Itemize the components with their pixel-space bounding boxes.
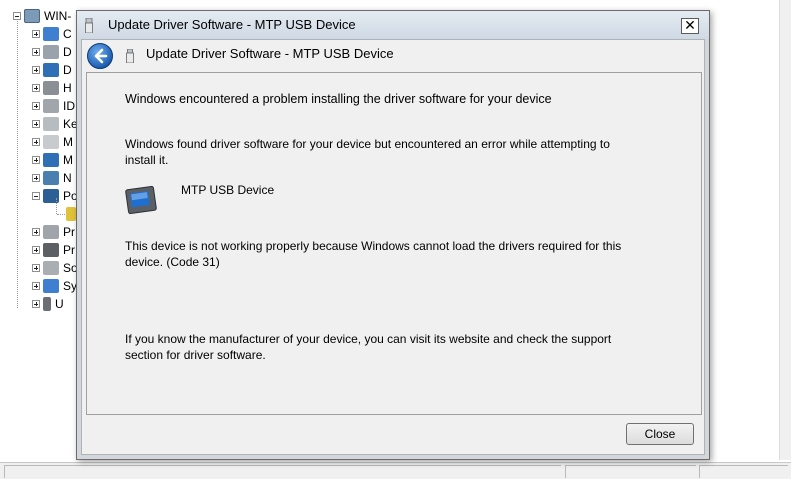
usb-device-icon (85, 18, 93, 33)
tree-item-label: M (63, 135, 73, 149)
dialog-titlebar[interactable]: Update Driver Software - MTP USB Device … (77, 11, 709, 39)
computer-icon (43, 27, 59, 41)
close-button[interactable]: Close (626, 423, 694, 445)
expand-icon[interactable] (32, 48, 40, 56)
tree-item[interactable]: So (32, 259, 78, 277)
disk-drive-icon (43, 45, 59, 59)
dialog-title: Update Driver Software - MTP USB Device (108, 17, 356, 32)
device-status-message: This device is not working properly beca… (125, 239, 622, 269)
tree-item-label: C (63, 27, 72, 41)
tree-item-label: H (63, 81, 72, 95)
status-bar (0, 462, 791, 479)
wizard-content: Windows encountered a problem installing… (86, 72, 702, 415)
tree-item[interactable]: D (32, 61, 72, 79)
vertical-scrollbar[interactable] (779, 0, 791, 460)
tree-item[interactable]: Pr (32, 241, 75, 259)
tree-item[interactable]: M (32, 151, 73, 169)
expand-icon[interactable] (32, 138, 40, 146)
error-heading: Windows encountered a problem installing… (125, 92, 552, 106)
network-adapter-icon (43, 171, 59, 185)
status-segment (565, 465, 696, 478)
expand-icon[interactable] (32, 282, 40, 290)
expand-icon[interactable] (32, 300, 40, 308)
hid-icon (43, 81, 59, 95)
tree-item-label: D (63, 45, 72, 59)
expand-icon[interactable] (32, 264, 40, 272)
back-button[interactable] (87, 43, 113, 69)
tree-item[interactable]: Pr (32, 223, 75, 241)
tree-item-label: Pr (63, 225, 75, 239)
tree-item-label: D (63, 63, 72, 77)
mouse-icon (43, 135, 59, 149)
ide-controller-icon (43, 99, 59, 113)
wizard-title: Update Driver Software - MTP USB Device (146, 46, 394, 61)
usb-device-icon (126, 49, 134, 63)
collapse-icon[interactable] (32, 192, 40, 200)
portable-device-icon (125, 185, 157, 215)
device-name: MTP USB Device (181, 183, 275, 197)
tree-item[interactable]: M (32, 133, 73, 151)
expand-icon[interactable] (32, 228, 40, 236)
processor-chip-icon (43, 243, 59, 257)
tree-root-label: WIN- (44, 9, 72, 23)
tree-item-label: Pr (63, 243, 75, 257)
tree-item[interactable]: N (32, 169, 72, 187)
tree-item[interactable]: H (32, 79, 72, 97)
collapse-icon[interactable] (13, 12, 21, 20)
tree-item-label: M (63, 153, 73, 167)
expand-icon[interactable] (32, 246, 40, 254)
error-message: Windows found driver software for your d… (125, 137, 610, 167)
tree-item[interactable]: C (32, 25, 72, 43)
sound-icon (43, 261, 59, 275)
expand-icon[interactable] (32, 120, 40, 128)
expand-icon[interactable] (32, 30, 40, 38)
support-message: If you know the manufacturer of your dev… (125, 332, 612, 362)
tree-item[interactable]: D (32, 43, 72, 61)
warning-device-icon (66, 207, 76, 221)
tree-item[interactable]: Ke (32, 115, 78, 133)
status-segment (699, 465, 788, 478)
back-arrow-icon (94, 48, 108, 64)
expand-icon[interactable] (32, 84, 40, 92)
close-icon[interactable]: ✕ (681, 18, 699, 34)
dialog-client: Update Driver Software - MTP USB Device … (81, 39, 705, 455)
expand-icon[interactable] (32, 174, 40, 182)
usb-icon (43, 297, 51, 311)
tree-item[interactable]: ID (32, 97, 75, 115)
tree-item-label: Sy (63, 279, 78, 293)
tree-item-label: ID (63, 99, 75, 113)
tree-item-label: N (63, 171, 72, 185)
expand-icon[interactable] (32, 102, 40, 110)
monitor-icon (43, 153, 59, 167)
computer-icon (24, 9, 40, 23)
keyboard-icon (43, 117, 59, 131)
tree-item[interactable]: Po (32, 187, 78, 205)
update-driver-dialog: Update Driver Software - MTP USB Device … (76, 10, 710, 460)
tree-item-label: U (55, 297, 64, 311)
tree-item[interactable]: Sy (32, 277, 77, 295)
expand-icon[interactable] (32, 156, 40, 164)
expand-icon[interactable] (32, 66, 40, 74)
display-adapter-icon (43, 63, 59, 77)
tree-root[interactable]: WIN- (13, 7, 71, 25)
tree-item[interactable]: U (32, 295, 64, 313)
system-devices-icon (43, 279, 59, 293)
processor-icon (43, 225, 59, 239)
status-segment (4, 465, 561, 478)
